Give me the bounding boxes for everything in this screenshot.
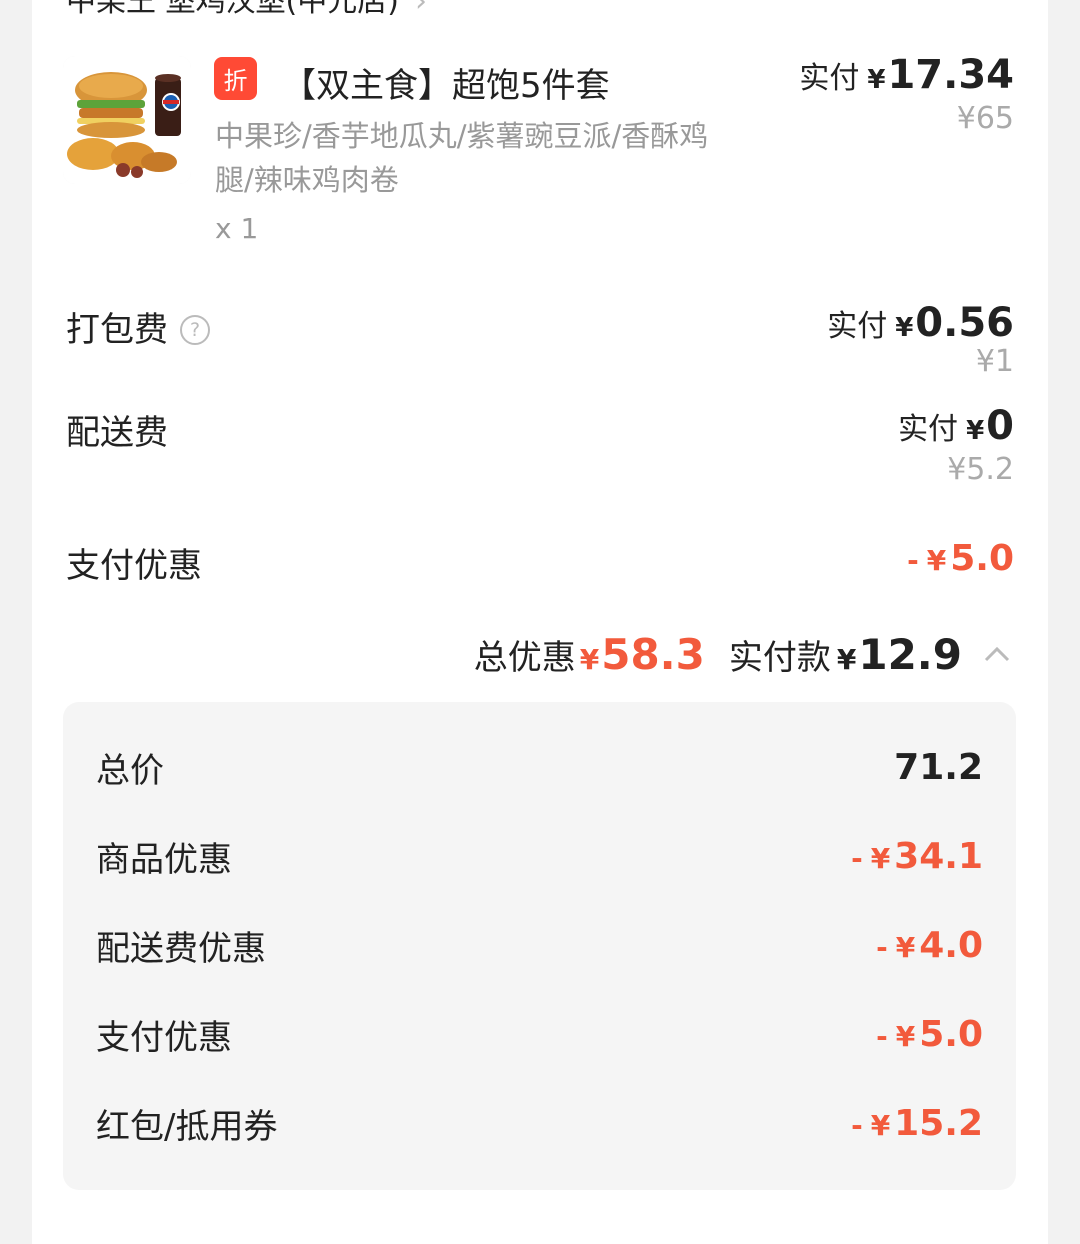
actual-pay-value: 12.9 xyxy=(858,630,962,679)
total-discount-value: 58.3 xyxy=(601,630,705,679)
currency-symbol: ¥ xyxy=(926,544,947,577)
help-icon[interactable]: ? xyxy=(180,314,210,345)
breakdown-amount: - ¥34.1 xyxy=(851,836,983,877)
product-original-price: ¥65 xyxy=(956,101,1014,136)
product-quantity: x 1 xyxy=(215,212,259,245)
packing-paid-price: 实付 ¥0.56 xyxy=(827,300,1014,346)
product-description: 中果珍/香芋地瓜丸/紫薯豌豆派/香酥鸡腿/辣味鸡肉卷 xyxy=(215,119,709,197)
product-title[interactable]: 【双主食】超饱5件套 xyxy=(282,58,610,107)
actual-pay-label: 实付款 xyxy=(728,638,831,678)
discount-value: 5.0 xyxy=(950,538,1014,579)
breakdown-label: 支付优惠 xyxy=(96,1017,232,1058)
breakdown-amount: - ¥4.0 xyxy=(876,925,983,966)
total-price-label: 总价 xyxy=(96,750,164,791)
store-name: 中某王 堡鸡汉堡(中元店) xyxy=(66,0,399,19)
breakdown-amount: - ¥15.2 xyxy=(851,1103,983,1144)
paid-label: 实付 xyxy=(898,412,959,447)
product-image[interactable] xyxy=(63,56,191,184)
packing-fee-text: 打包费 xyxy=(66,310,168,350)
breakdown-row-payment-discount: 支付优惠 - ¥5.0 xyxy=(96,1004,983,1064)
paid-amount: 17.34 xyxy=(887,52,1014,98)
payment-discount-amount: - ¥5.0 xyxy=(907,538,1014,579)
currency-symbol: ¥ xyxy=(966,416,985,446)
burger-combo-image xyxy=(63,56,191,184)
currency-symbol: ¥ xyxy=(895,1019,916,1053)
paid-label: 实付 xyxy=(827,309,888,344)
packing-fee-label: 打包费? xyxy=(66,302,210,351)
actual-pay-amount: ¥12.9 xyxy=(831,630,962,679)
currency-symbol: ¥ xyxy=(870,841,891,875)
currency-symbol: ¥ xyxy=(867,65,886,95)
minus-sign: - xyxy=(876,930,888,964)
total-discount-label: 总优惠 xyxy=(473,638,576,678)
breakdown-value: 5.0 xyxy=(919,1013,983,1055)
paid-label: 实付 xyxy=(799,61,860,96)
breakdown-row-item-discount: 商品优惠 - ¥34.1 xyxy=(96,826,983,886)
discount-badge: 折 xyxy=(214,57,257,100)
breakdown-label: 红包/抵用券 xyxy=(96,1106,278,1147)
total-price-value: 71.2 xyxy=(894,746,983,788)
order-summary[interactable]: 总优惠 ¥58.3 实付款 ¥12.9 xyxy=(474,630,1012,679)
breakdown-value: 15.2 xyxy=(894,1102,983,1144)
packing-original-price: ¥1 xyxy=(975,344,1014,379)
breakdown-row-delivery-discount: 配送费优惠 - ¥4.0 xyxy=(96,915,983,975)
total-discount-amount: ¥58.3 xyxy=(576,630,705,679)
breakdown-value: 34.1 xyxy=(894,835,983,877)
minus-sign: - xyxy=(851,841,863,875)
price-breakdown-panel: 总价 71.2 商品优惠 - ¥34.1 配送费优惠 - ¥4.0 支付优惠 - ¥5… xyxy=(63,702,1016,1190)
currency-symbol: ¥ xyxy=(895,930,916,964)
currency-symbol: ¥ xyxy=(836,643,857,676)
paid-amount: 0.56 xyxy=(915,300,1014,346)
delivery-paid-price: 实付 ¥0 xyxy=(898,403,1014,449)
breakdown-label: 配送费优惠 xyxy=(96,928,266,969)
breakdown-row-total: 总价 71.2 xyxy=(96,737,983,797)
chevron-up-icon[interactable] xyxy=(982,640,1012,670)
delivery-fee-label: 配送费 xyxy=(66,413,168,453)
chevron-right-icon: › xyxy=(414,0,427,19)
currency-symbol: ¥ xyxy=(870,1108,891,1142)
currency-symbol: ¥ xyxy=(895,313,914,343)
breakdown-value: 4.0 xyxy=(919,924,983,966)
minus-sign: - xyxy=(876,1019,888,1053)
payment-discount-label: 支付优惠 xyxy=(66,546,202,586)
product-paid-price: 实付 ¥17.34 xyxy=(799,52,1014,98)
breakdown-row-coupon: 红包/抵用券 - ¥15.2 xyxy=(96,1093,983,1153)
paid-amount: 0 xyxy=(986,403,1014,449)
minus-sign: - xyxy=(907,544,919,577)
minus-sign: - xyxy=(851,1108,863,1142)
store-name-row[interactable]: 中某王 堡鸡汉堡(中元店) › xyxy=(66,0,427,20)
currency-symbol: ¥ xyxy=(579,643,600,676)
breakdown-label: 商品优惠 xyxy=(96,839,232,880)
delivery-original-price: ¥5.2 xyxy=(947,452,1014,487)
breakdown-amount: - ¥5.0 xyxy=(876,1014,983,1055)
